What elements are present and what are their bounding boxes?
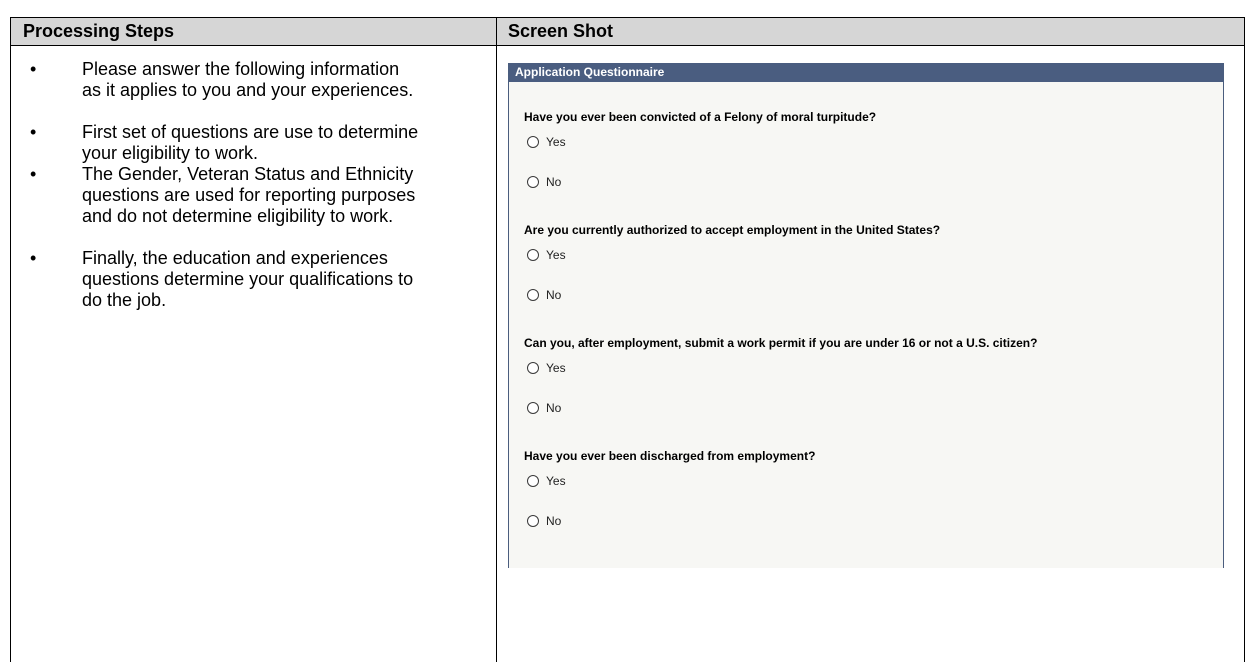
radio-button-icon[interactable] bbox=[527, 402, 539, 414]
radio-button-icon[interactable] bbox=[527, 249, 539, 261]
option-label: Yes bbox=[546, 135, 566, 149]
step-text: The Gender, Veteran Status and Ethnicity… bbox=[82, 164, 416, 226]
option-no[interactable]: No bbox=[527, 287, 561, 303]
option-label: No bbox=[546, 514, 562, 528]
step-item: • Please answer the following informatio… bbox=[11, 59, 422, 122]
option-label: Yes bbox=[546, 248, 566, 262]
header-processing-steps: Processing Steps bbox=[23, 21, 175, 41]
bullet-icon: • bbox=[30, 248, 37, 268]
question-text: Are you currently authorized to accept e… bbox=[524, 223, 941, 237]
processing-steps-table: Processing Steps Screen Shot • Please an… bbox=[10, 17, 1245, 662]
table-header-row: Processing Steps Screen Shot bbox=[11, 18, 1244, 46]
bullet-icon: • bbox=[30, 122, 37, 142]
option-no[interactable]: No bbox=[527, 400, 561, 416]
radio-button-icon[interactable] bbox=[527, 176, 539, 188]
bullet-icon: • bbox=[30, 59, 37, 79]
option-label: Yes bbox=[546, 474, 566, 488]
radio-button-icon[interactable] bbox=[527, 515, 539, 527]
steps-list: • Please answer the following informatio… bbox=[11, 59, 481, 311]
option-label: No bbox=[546, 175, 562, 189]
question-text: Have you ever been convicted of a Felony… bbox=[524, 110, 877, 124]
application-questionnaire-panel: Application Questionnaire Have you ever … bbox=[508, 63, 1224, 568]
option-label: No bbox=[546, 288, 562, 302]
radio-button-icon[interactable] bbox=[527, 475, 539, 487]
option-label: Yes bbox=[546, 361, 566, 375]
step-text: Finally, the education and experiences q… bbox=[82, 248, 414, 310]
option-yes[interactable]: Yes bbox=[527, 360, 566, 376]
radio-button-icon[interactable] bbox=[527, 362, 539, 374]
step-text: First set of questions are use to determ… bbox=[82, 122, 419, 163]
radio-button-icon[interactable] bbox=[527, 136, 539, 148]
header-screen-shot: Screen Shot bbox=[508, 21, 614, 41]
bullet-icon: • bbox=[30, 164, 37, 184]
column-divider bbox=[496, 18, 497, 662]
radio-button-icon[interactable] bbox=[527, 289, 539, 301]
step-item: • First set of questions are use to dete… bbox=[11, 122, 422, 164]
option-no[interactable]: No bbox=[527, 174, 561, 190]
questionnaire-title: Application Questionnaire bbox=[509, 63, 1223, 82]
option-label: No bbox=[546, 401, 562, 415]
option-yes[interactable]: Yes bbox=[527, 473, 566, 489]
question-text: Have you ever been discharged from emplo… bbox=[524, 449, 816, 463]
option-yes[interactable]: Yes bbox=[527, 134, 566, 150]
step-item: • Finally, the education and experiences… bbox=[11, 248, 422, 311]
option-yes[interactable]: Yes bbox=[527, 247, 566, 263]
step-item: • The Gender, Veteran Status and Ethnici… bbox=[11, 164, 422, 248]
step-text: Please answer the following information … bbox=[82, 59, 414, 100]
question-text: Can you, after employment, submit a work… bbox=[524, 336, 1038, 350]
option-no[interactable]: No bbox=[527, 513, 561, 529]
